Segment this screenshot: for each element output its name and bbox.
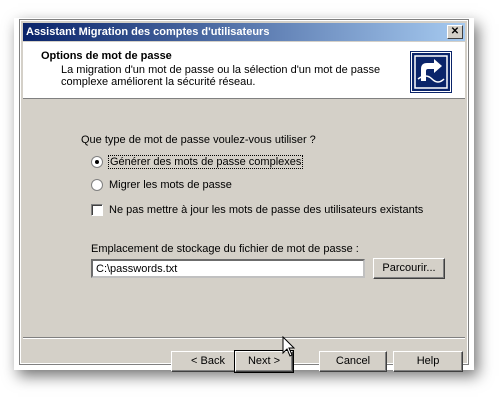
close-icon: ✕ [450,26,460,37]
password-type-question: Que type de mot de passe voulez-vous uti… [81,134,316,146]
close-button[interactable]: ✕ [447,25,463,39]
help-button[interactable]: Help [393,351,463,372]
cancel-button[interactable]: Cancel [319,351,387,372]
no-update-checkbox[interactable] [91,204,103,216]
generate-radio[interactable] [91,156,103,168]
storage-path-input[interactable]: C:\passwords.txt [91,259,365,278]
migrate-label: Migrer les mots de passe [109,179,232,191]
window-title: Assistant Migration des comptes d'utilis… [26,26,270,38]
wizard-header: Options de mot de passe La migration d'u… [23,42,465,99]
no-update-label: Ne pas mettre à jour les mots de passe d… [109,204,424,216]
storage-location-label: Emplacement de stockage du fichier de mo… [91,243,359,255]
header-description: La migration d'un mot de passe ou la sél… [61,64,381,88]
migrate-radio[interactable] [91,179,103,191]
title-bar: Assistant Migration des comptes d'utilis… [23,23,465,41]
no-update-option[interactable]: Ne pas mettre à jour les mots de passe d… [91,204,423,216]
browse-button[interactable]: Parcourir... [373,258,445,279]
header-title: Options de mot de passe [41,50,172,62]
back-button[interactable]: < Back [171,351,245,372]
generate-label: Générer des mots de passe complexes [107,155,304,169]
migration-wizard-icon [410,51,452,93]
wizard-dialog: Assistant Migration des comptes d'utilis… [19,19,469,373]
footer-separator [23,337,465,339]
mouse-pointer-icon [282,336,296,357]
generate-complex-option[interactable]: Générer des mots de passe complexes [91,155,304,169]
migrate-option[interactable]: Migrer les mots de passe [91,179,232,191]
